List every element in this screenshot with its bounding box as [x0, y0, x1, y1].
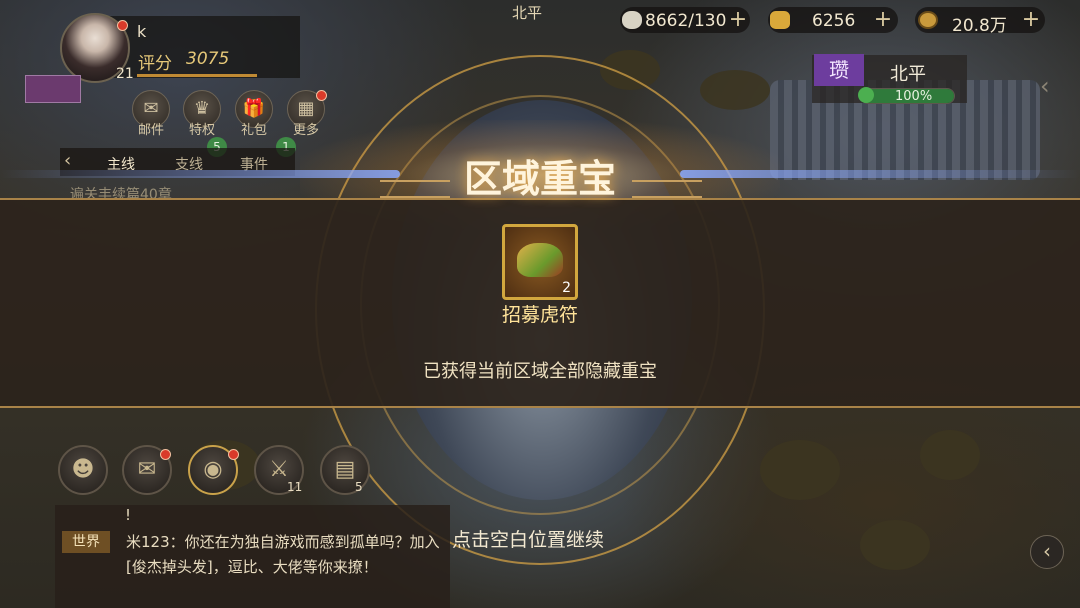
ornament-right-icon: [632, 180, 702, 198]
city-progress-icon: [858, 87, 874, 103]
sword-count: 11: [287, 480, 303, 494]
eye-notification-dot: [228, 449, 239, 460]
flag-icon[interactable]: [25, 75, 81, 103]
reward-item-count: 2: [562, 280, 571, 296]
reward-item-tile[interactable]: 2: [502, 224, 578, 300]
stamina-icon: [622, 11, 642, 29]
copper-value: 20.8万: [952, 16, 1007, 36]
continue-hint[interactable]: 点击空白位置继续: [452, 525, 604, 552]
top-location-label: 北平: [512, 4, 543, 22]
city-name[interactable]: 北平: [890, 60, 926, 86]
menu-label-gift: 礼包: [240, 123, 267, 138]
menu-label-mail: 邮件: [137, 123, 164, 138]
copper-plus-button[interactable]: +: [1020, 9, 1042, 31]
chat-expand-chevron-icon[interactable]: ‹: [1030, 535, 1064, 569]
reward-title: 区域重宝: [463, 156, 616, 201]
copper-coin-icon: [918, 11, 938, 29]
gold-value: 6256: [812, 11, 856, 31]
scroll-notification-dot: [160, 449, 171, 460]
gold-plus-button[interactable]: +: [872, 9, 894, 31]
city-owner-badge: 瓒: [814, 54, 864, 86]
ornament-left-icon: [380, 180, 450, 198]
chat-prev-line: !: [125, 506, 132, 524]
stamina-value: 8662/130: [645, 11, 727, 31]
light-flare-right: [680, 170, 1080, 178]
map-count: 5: [355, 480, 363, 494]
player-level: 21: [116, 66, 134, 82]
gold-ingot-icon: [770, 11, 790, 29]
avatar-notification-dot: [117, 20, 128, 31]
player-name: k: [137, 22, 147, 41]
reward-message: 已获得当前区域全部隐藏重宝: [423, 361, 657, 382]
hero-icon[interactable]: ☻: [58, 445, 108, 495]
map-tree: [700, 70, 770, 110]
more-notification-dot: [316, 90, 327, 101]
quest-back-chevron-icon[interactable]: ‹: [64, 150, 71, 171]
light-flare-left: [0, 170, 400, 178]
score-label: 评分: [138, 54, 172, 74]
map-tree: [920, 430, 980, 480]
collapse-chevron-icon[interactable]: ‹: [1040, 72, 1050, 100]
chat-message: 米123：你还在为独自游戏而感到孤单吗？加入[俊杰掉头发]，逗比、大佬等你来撩！: [126, 533, 440, 576]
map-tree: [860, 520, 930, 570]
stamina-plus-button[interactable]: +: [727, 9, 749, 31]
menu-label-privilege: 特权: [188, 123, 215, 138]
chat-channel-badge: 世界: [62, 531, 110, 553]
score-value: 3075: [186, 49, 230, 69]
reward-item-name: 招募虎符: [501, 304, 578, 326]
tiger-tally-icon: [517, 243, 563, 277]
city-progress-text: 100%: [895, 89, 933, 104]
map-tree: [760, 440, 840, 500]
score-underline: [137, 74, 257, 77]
